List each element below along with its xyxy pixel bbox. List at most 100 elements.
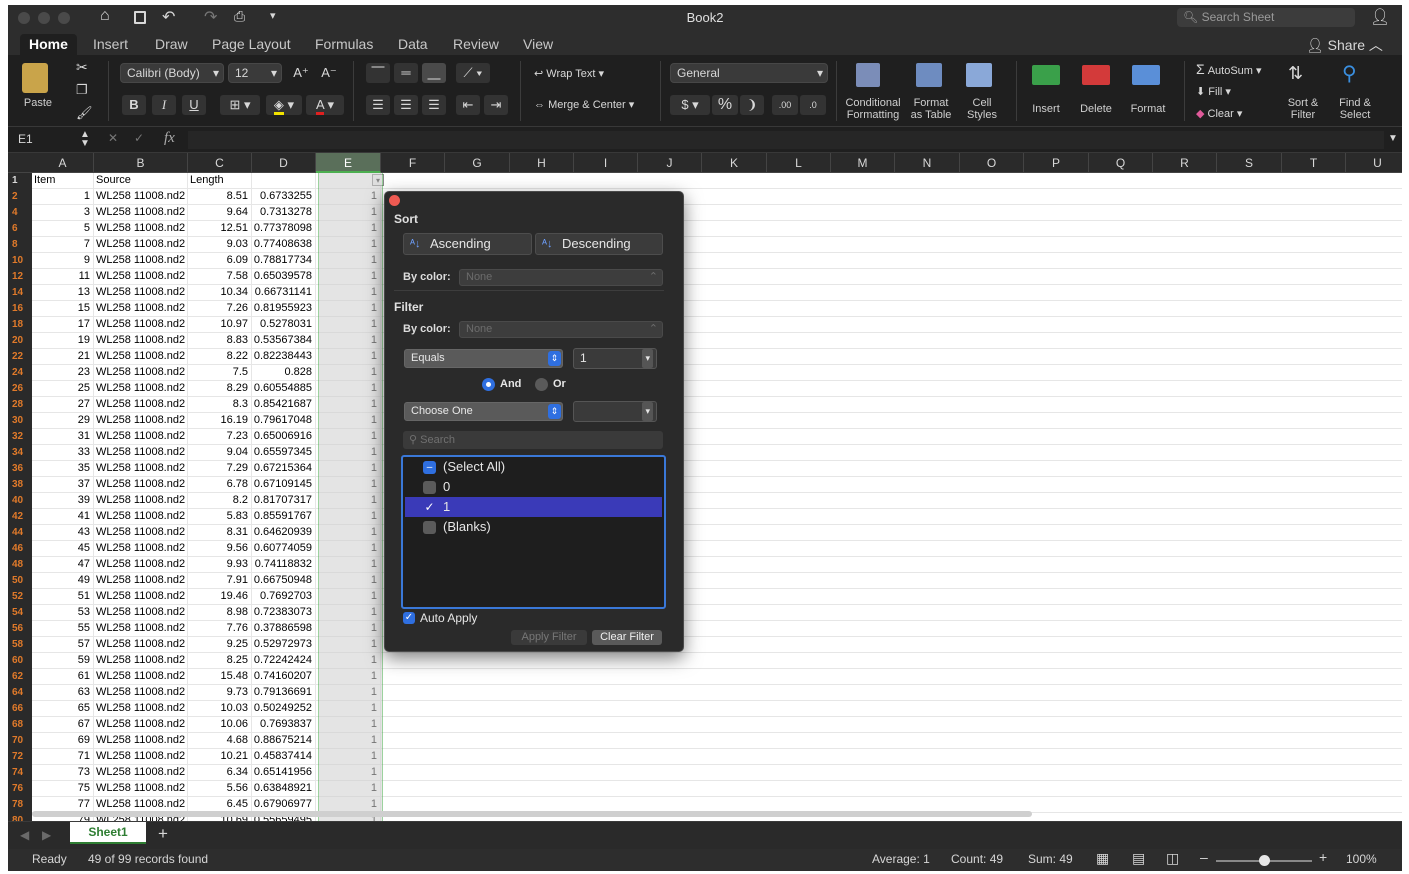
- cell-length[interactable]: 9.25: [188, 637, 252, 652]
- cell-source[interactable]: WL258 11008.nd2: [94, 717, 188, 732]
- column-header-r[interactable]: R: [1153, 153, 1217, 173]
- insert-button[interactable]: Insert: [1026, 103, 1066, 115]
- column-header-l[interactable]: L: [767, 153, 831, 173]
- merge-center-button[interactable]: ⇔ Merge & Center ▾: [534, 98, 634, 111]
- cell-length[interactable]: 9.64: [188, 205, 252, 220]
- increase-font-size-button[interactable]: A⁺: [288, 63, 314, 83]
- format-as-table-icon[interactable]: [916, 63, 942, 87]
- wrap-text-button[interactable]: ↩ Wrap Text ▾: [534, 67, 604, 80]
- formula-input[interactable]: [188, 131, 1384, 149]
- cell-d[interactable]: 0.74118832: [252, 557, 316, 572]
- cell-source[interactable]: WL258 11008.nd2: [94, 573, 188, 588]
- cell-d[interactable]: 0.66750948: [252, 573, 316, 588]
- cell-d[interactable]: 0.65141956: [252, 765, 316, 780]
- cell-d[interactable]: 0.60554885: [252, 381, 316, 396]
- column-header-s[interactable]: S: [1217, 153, 1282, 173]
- sheet-tab-sheet1[interactable]: Sheet1: [70, 822, 146, 844]
- cell-item[interactable]: 67: [32, 717, 94, 732]
- cell-length[interactable]: 6.45: [188, 797, 252, 812]
- cell-length[interactable]: 9.93: [188, 557, 252, 572]
- cell-item[interactable]: 29: [32, 413, 94, 428]
- confirm-formula-icon[interactable]: ✓: [134, 131, 144, 145]
- cell-source[interactable]: WL258 11008.nd2: [94, 701, 188, 716]
- cell-source[interactable]: Source: [94, 173, 188, 188]
- and-radio[interactable]: [482, 378, 495, 391]
- tab-page-layout[interactable]: Page Layout: [203, 34, 300, 55]
- zoom-slider-thumb[interactable]: [1259, 855, 1270, 866]
- column-header-e[interactable]: E: [316, 153, 381, 173]
- cell-item[interactable]: 61: [32, 669, 94, 684]
- decrease-indent-button[interactable]: ⇤: [456, 95, 480, 115]
- cell-length[interactable]: 8.98: [188, 605, 252, 620]
- cell-source[interactable]: WL258 11008.nd2: [94, 797, 188, 812]
- cell-length[interactable]: 7.91: [188, 573, 252, 588]
- cell-d[interactable]: 0.37886598: [252, 621, 316, 636]
- format-painter-icon[interactable]: 🖌︎: [76, 105, 93, 121]
- cell-item[interactable]: 25: [32, 381, 94, 396]
- next-sheet-icon[interactable]: ▶: [42, 828, 51, 842]
- cell-source[interactable]: WL258 11008.nd2: [94, 733, 188, 748]
- column-header-i[interactable]: I: [574, 153, 638, 173]
- cell-length[interactable]: 7.29: [188, 461, 252, 476]
- cell-item[interactable]: 27: [32, 397, 94, 412]
- cell-source[interactable]: WL258 11008.nd2: [94, 221, 188, 236]
- cell-source[interactable]: WL258 11008.nd2: [94, 589, 188, 604]
- column-header-j[interactable]: J: [638, 153, 702, 173]
- cell-length[interactable]: 10.97: [188, 317, 252, 332]
- column-header-c[interactable]: C: [188, 153, 252, 173]
- cell-d[interactable]: 0.88675214: [252, 733, 316, 748]
- share-button[interactable]: 👤︎ Share ︿: [1306, 35, 1383, 55]
- condition1-value-combo[interactable]: 1 ▾: [573, 348, 657, 369]
- cell-item[interactable]: 3: [32, 205, 94, 220]
- cell-d[interactable]: 0.78817734: [252, 253, 316, 268]
- cell-item[interactable]: 1: [32, 189, 94, 204]
- tab-formulas[interactable]: Formulas: [306, 34, 382, 55]
- cell-source[interactable]: WL258 11008.nd2: [94, 429, 188, 444]
- delete-button[interactable]: Delete: [1076, 103, 1116, 115]
- list-item-select-all[interactable]: – (Select All): [405, 457, 662, 477]
- undo-icon[interactable]: ↶: [162, 7, 175, 27]
- percent-button[interactable]: %: [712, 95, 738, 115]
- name-box-stepper-icon[interactable]: ▲ ▼: [80, 130, 90, 149]
- cell-length[interactable]: 10.03: [188, 701, 252, 716]
- cell-d[interactable]: 0.5278031: [252, 317, 316, 332]
- delete-cells-icon[interactable]: [1082, 65, 1110, 85]
- align-left-button[interactable]: ☰: [366, 95, 390, 115]
- cell-item[interactable]: 21: [32, 349, 94, 364]
- clear-button[interactable]: ◆ Clear ▾: [1196, 107, 1242, 120]
- column-header-m[interactable]: M: [831, 153, 895, 173]
- cell-source[interactable]: WL258 11008.nd2: [94, 509, 188, 524]
- currency-button[interactable]: $ ▾: [670, 95, 710, 115]
- column-header-n[interactable]: N: [895, 153, 960, 173]
- column-header-q[interactable]: Q: [1089, 153, 1153, 173]
- cell-length[interactable]: 15.48: [188, 669, 252, 684]
- cell-d[interactable]: 0.79617048: [252, 413, 316, 428]
- cell-length[interactable]: 16.19: [188, 413, 252, 428]
- conditional-formatting-icon[interactable]: [856, 63, 880, 87]
- underline-button[interactable]: U: [182, 95, 206, 115]
- sort-filter-button[interactable]: Sort & Filter: [1280, 97, 1326, 121]
- cancel-formula-icon[interactable]: ✕: [108, 131, 118, 145]
- cell-item[interactable]: 7: [32, 237, 94, 252]
- home-icon[interactable]: ⌂: [100, 7, 110, 25]
- zoom-in-button[interactable]: +: [1319, 849, 1327, 865]
- account-icon[interactable]: 👤︎: [1370, 7, 1390, 27]
- cell-length[interactable]: 10.34: [188, 285, 252, 300]
- decrease-decimal-button[interactable]: .0: [800, 95, 826, 115]
- cell-source[interactable]: WL258 11008.nd2: [94, 445, 188, 460]
- tab-insert[interactable]: Insert: [84, 34, 137, 55]
- conditional-formatting-button[interactable]: Conditional Formatting: [842, 97, 904, 121]
- cell-length[interactable]: 8.25: [188, 653, 252, 668]
- cell-length[interactable]: 7.26: [188, 301, 252, 316]
- cell-item[interactable]: 19: [32, 333, 94, 348]
- cell-d[interactable]: 0.7313278: [252, 205, 316, 220]
- column-header-a[interactable]: A: [32, 153, 94, 173]
- cell-d[interactable]: 0.7692703: [252, 589, 316, 604]
- font-color-button[interactable]: A ▾: [306, 95, 344, 115]
- cell-item[interactable]: Item: [32, 173, 94, 188]
- fill-color-button[interactable]: ◈ ▾: [266, 95, 302, 115]
- cell-item[interactable]: 11: [32, 269, 94, 284]
- cell-length[interactable]: 7.58: [188, 269, 252, 284]
- cell-d[interactable]: 0.72383073: [252, 605, 316, 620]
- cell-item[interactable]: 49: [32, 573, 94, 588]
